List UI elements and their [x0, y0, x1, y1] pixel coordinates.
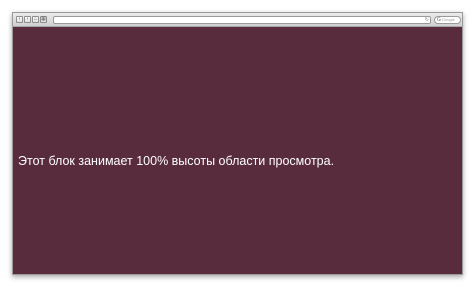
google-icon: G: [437, 17, 441, 23]
address-bar[interactable]: ↻: [53, 16, 431, 24]
reload-icon[interactable]: ↻: [425, 17, 429, 23]
forward-button[interactable]: ›: [24, 16, 31, 23]
tabs-button[interactable]: ▦: [40, 16, 47, 23]
browser-window: ‹ › ⌂ ▦ ↻ G Google Этот блок занимает 10…: [12, 12, 463, 275]
viewport-block-text: Этот блок занимает 100% высоты области п…: [18, 154, 335, 168]
search-field[interactable]: G Google: [434, 16, 461, 24]
browser-toolbar: ‹ › ⌂ ▦ ↻ G Google: [13, 13, 462, 27]
search-placeholder: Google: [441, 17, 455, 22]
nav-button-group: ‹ › ⌂ ▦: [16, 16, 47, 23]
page-viewport: Этот блок занимает 100% высоты области п…: [13, 27, 462, 274]
home-button[interactable]: ⌂: [32, 16, 39, 23]
back-button[interactable]: ‹: [16, 16, 23, 23]
